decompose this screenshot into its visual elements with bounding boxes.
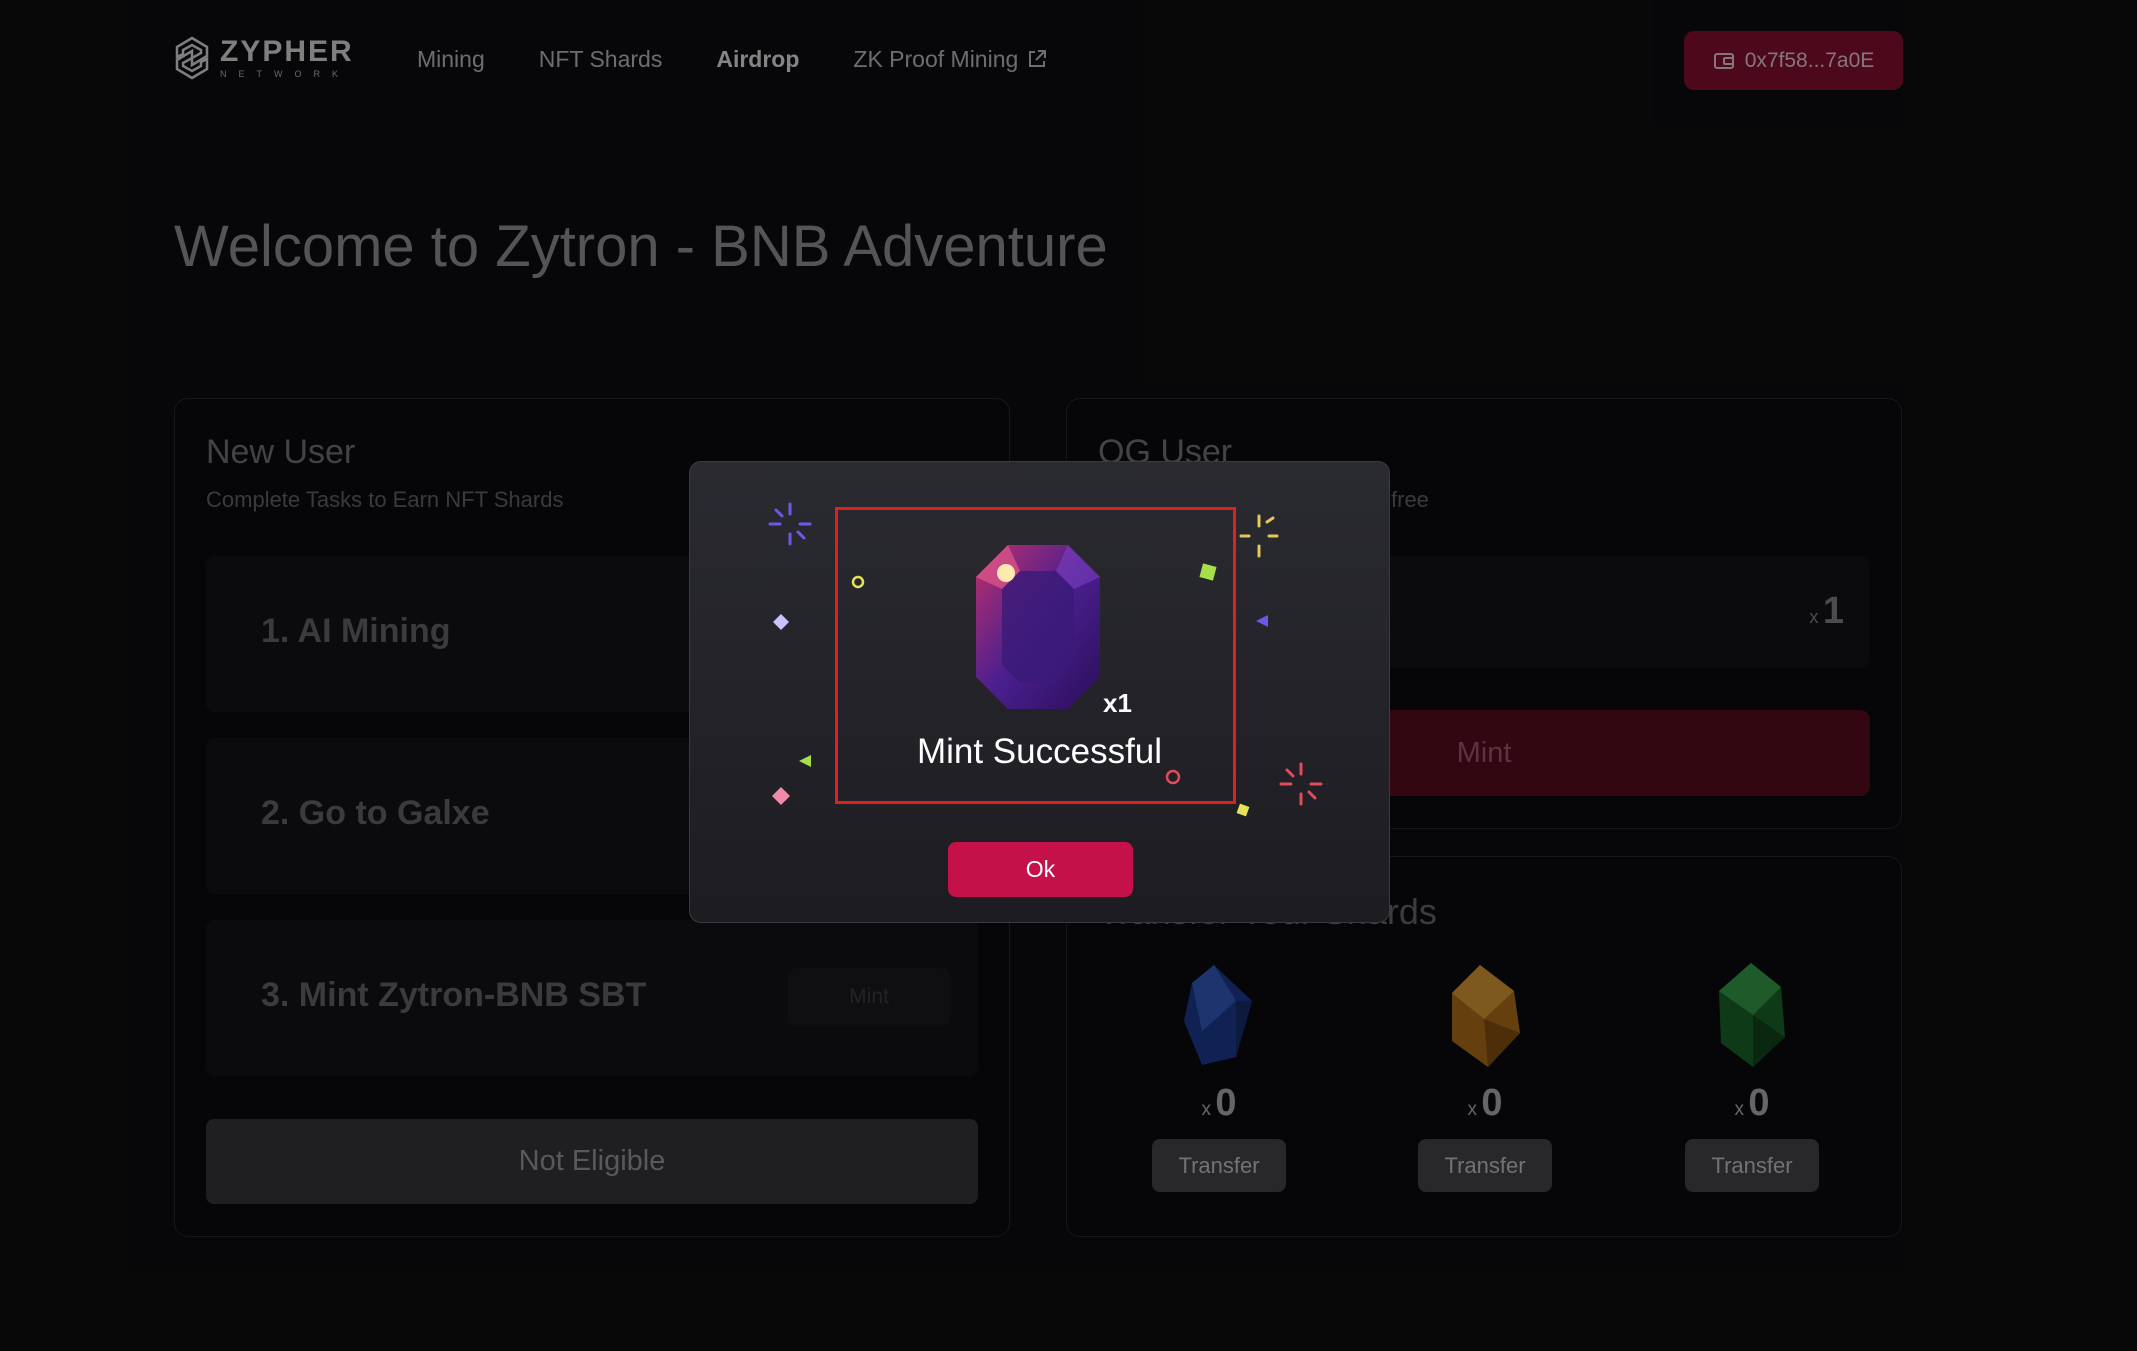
- diamond-confetti-icon: [772, 787, 790, 805]
- triangle-confetti-icon: [1256, 615, 1268, 627]
- circle-confetti-icon: [1165, 769, 1181, 785]
- circle-confetti-icon: [851, 575, 865, 589]
- sparkle-icon: [1239, 514, 1279, 558]
- gem-quantity: x1: [1103, 688, 1132, 718]
- sparkle-icon: [1279, 762, 1323, 806]
- triangle-confetti-icon: [799, 755, 811, 767]
- square-confetti-icon: [1236, 803, 1250, 817]
- purple-gem-icon: [976, 545, 1100, 709]
- diamond-confetti-icon: [773, 614, 789, 630]
- square-confetti-icon: [1199, 563, 1217, 581]
- mint-success-modal: x1 Mint Successful Ok: [689, 461, 1390, 923]
- ok-button[interactable]: Ok: [948, 842, 1133, 897]
- sparkle-icon: [768, 502, 812, 546]
